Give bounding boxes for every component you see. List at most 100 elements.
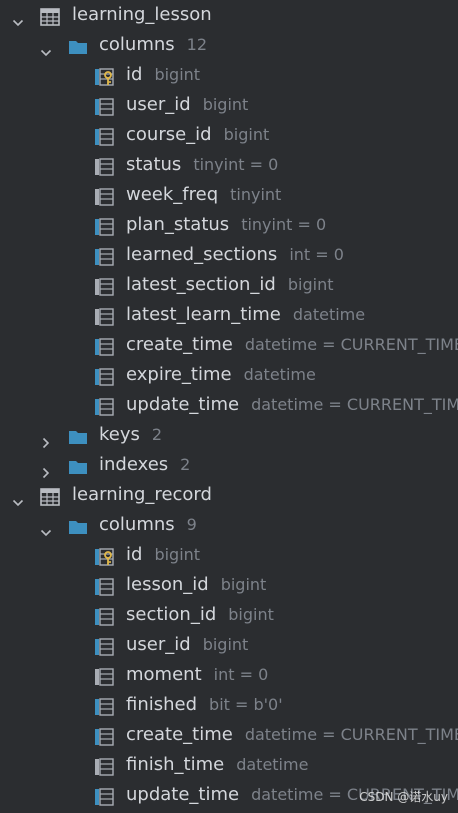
column-icon	[94, 186, 114, 206]
folder-count: 2	[151, 425, 163, 444]
column-name: plan_status tinyint = 0	[126, 210, 326, 240]
tree-item-column[interactable]: status tinyint = 0	[0, 150, 458, 180]
index-column-icon	[94, 696, 114, 716]
index-column-icon	[94, 786, 114, 806]
tree-item-column[interactable]: lesson_id bigint	[0, 570, 458, 600]
column-name: finished bit = b'0'	[126, 690, 283, 720]
index-column-icon	[94, 366, 114, 386]
column-name: lesson_id bigint	[126, 570, 266, 600]
column-name: moment int = 0	[126, 660, 268, 690]
tree-item-column[interactable]: finish_time datetime	[0, 750, 458, 780]
table-icon	[40, 6, 60, 26]
column-name: latest_learn_time datetime	[126, 300, 365, 330]
tree-item-column[interactable]: id bigint	[0, 540, 458, 570]
column-type: tinyint = 0	[193, 155, 279, 174]
tree-item-column[interactable]: update_time datetime = CURRENT_TIME	[0, 390, 458, 420]
tree-item-column[interactable]: moment int = 0	[0, 660, 458, 690]
column-name: status tinyint = 0	[126, 150, 278, 180]
column-type: datetime	[236, 755, 309, 774]
tree-item-column[interactable]: latest_section_id bigint	[0, 270, 458, 300]
column-type: bit = b'0'	[209, 695, 283, 714]
folder-label-text: columns	[99, 34, 175, 55]
column-type: datetime = CURRENT_TIMES	[244, 335, 458, 354]
tree-item-column[interactable]: user_id bigint	[0, 630, 458, 660]
index-column-icon	[94, 636, 114, 656]
column-name-text: plan_status	[126, 214, 230, 235]
column-name-text: learned_sections	[126, 244, 278, 265]
column-type: bigint	[154, 545, 201, 564]
column-name-text: week_freq	[126, 184, 219, 205]
column-type: bigint	[202, 95, 249, 114]
column-name-text: id	[126, 64, 143, 85]
column-name-text: lesson_id	[126, 574, 209, 595]
tree-item-table[interactable]: learning_lesson	[0, 0, 458, 30]
index-column-icon	[94, 126, 114, 146]
index-column-icon	[94, 396, 114, 416]
column-name-text: latest_section_id	[126, 274, 276, 295]
tree-item-column[interactable]: id bigint	[0, 60, 458, 90]
chevron-down-icon[interactable]	[12, 9, 24, 27]
tree-item-table[interactable]: learning_record	[0, 480, 458, 510]
chevron-right-icon[interactable]	[40, 459, 52, 479]
folder-icon	[68, 456, 88, 474]
column-type: bigint	[228, 605, 274, 624]
column-name: latest_section_id bigint	[126, 270, 333, 300]
column-type: bigint	[202, 635, 249, 654]
column-name: id bigint	[126, 60, 200, 90]
column-type: bigint	[223, 125, 270, 144]
primary-key-column-icon	[94, 546, 114, 566]
column-name: section_id bigint	[126, 600, 274, 630]
table-name-text: learning_lesson	[72, 4, 212, 25]
index-column-icon	[94, 246, 114, 266]
chevron-down-icon[interactable]	[40, 39, 52, 57]
column-name-text: course_id	[126, 124, 212, 145]
tree-item-columns-folder[interactable]: columns 12	[0, 30, 458, 60]
column-type: bigint	[220, 575, 267, 594]
column-icon	[94, 156, 114, 176]
tree-item-column[interactable]: user_id bigint	[0, 90, 458, 120]
column-name-text: update_time	[126, 394, 240, 415]
tree-item-column[interactable]: course_id bigint	[0, 120, 458, 150]
tree-item-column[interactable]: finished bit = b'0'	[0, 690, 458, 720]
index-column-icon	[94, 576, 114, 596]
tree-item-column[interactable]: learned_sections int = 0	[0, 240, 458, 270]
tree-item-column[interactable]: week_freq tinyint	[0, 180, 458, 210]
folder-icon	[68, 36, 88, 54]
column-name: course_id bigint	[126, 120, 269, 150]
chevron-down-icon[interactable]	[12, 489, 24, 507]
index-column-icon	[94, 216, 114, 236]
tree-item-column[interactable]: section_id bigint	[0, 600, 458, 630]
folder-count: 12	[186, 35, 207, 54]
column-type: tinyint = 0	[241, 215, 327, 234]
column-name: user_id bigint	[126, 90, 248, 120]
column-name-text: latest_learn_time	[126, 304, 281, 325]
column-name-text: section_id	[126, 604, 217, 625]
chevron-right-icon[interactable]	[40, 429, 52, 449]
tree-item-keys-folder[interactable]: keys 2	[0, 420, 458, 450]
tree-item-indexes-folder[interactable]: indexes 2	[0, 450, 458, 480]
column-name: week_freq tinyint	[126, 180, 281, 210]
column-type: datetime	[243, 365, 316, 384]
column-icon	[94, 276, 114, 296]
folder-icon	[68, 516, 88, 534]
folder-label-text: columns	[99, 514, 175, 535]
tree-item-columns-folder[interactable]: columns 9	[0, 510, 458, 540]
folder-icon	[68, 426, 88, 444]
column-name: finish_time datetime	[126, 750, 308, 780]
folder-label: columns 12	[99, 30, 207, 60]
watermark: CSDN @诺水uy	[359, 790, 448, 804]
database-tree: learning_lesson columns 12 id bigint user_id b…	[0, 0, 458, 813]
chevron-down-icon[interactable]	[40, 519, 52, 537]
tree-item-column[interactable]: latest_learn_time datetime	[0, 300, 458, 330]
folder-label-text: keys	[99, 424, 140, 445]
tree-item-column[interactable]: create_time datetime = CURRENT_TIMES	[0, 720, 458, 750]
tree-item-column[interactable]: create_time datetime = CURRENT_TIMES	[0, 330, 458, 360]
column-name-text: status	[126, 154, 182, 175]
table-name-text: learning_record	[72, 484, 212, 505]
tree-item-column[interactable]: plan_status tinyint = 0	[0, 210, 458, 240]
column-icon	[94, 306, 114, 326]
tree-item-column[interactable]: expire_time datetime	[0, 360, 458, 390]
column-name: user_id bigint	[126, 630, 248, 660]
index-column-icon	[94, 336, 114, 356]
primary-key-column-icon	[94, 66, 114, 86]
